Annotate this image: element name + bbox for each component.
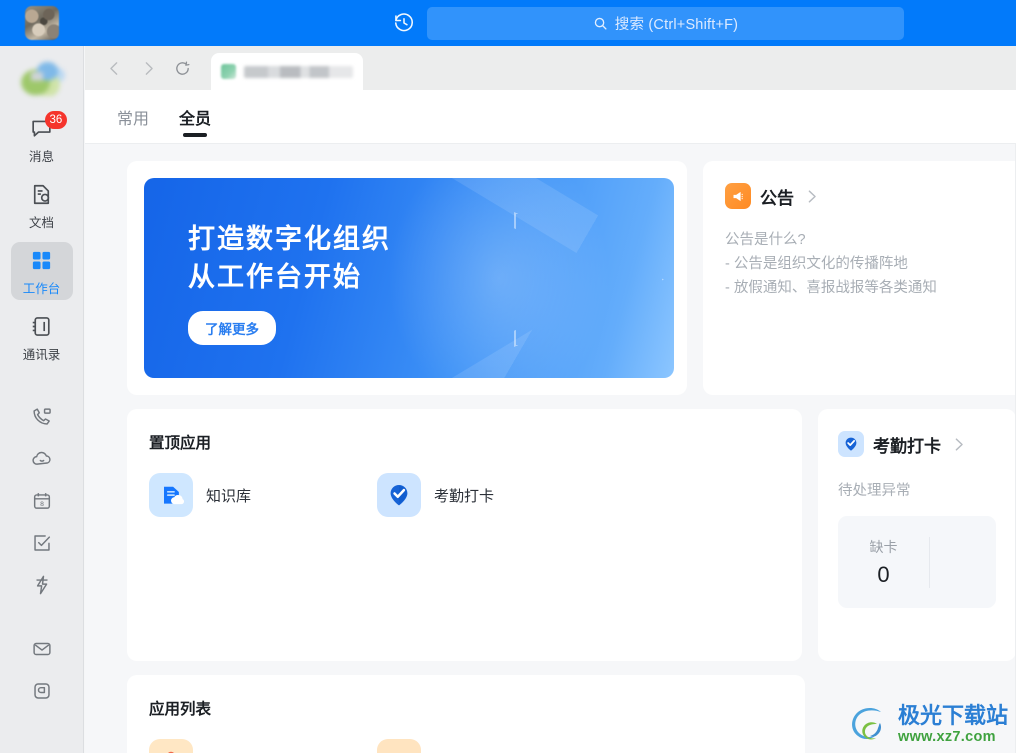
refresh-icon[interactable] [167,53,197,83]
sidebar-item-label-documents: 文档 [28,216,54,230]
announcement-card: 公告 公告是什么? - 公告是组织文化的传播阵地 - 放假通知、喜报战报等各类通… [703,161,1016,395]
sidebar-item-label-workbench: 工作台 [22,282,61,296]
tab-favicon [221,64,236,79]
messages-badge: 36 [44,111,68,129]
stat-missing-punch[interactable]: 缺卡 0 [838,536,930,588]
app-window: 搜索 (Ctrl+Shift+F) 36 消息 文档 工作台 通讯录 8 常用 … [0,0,1016,753]
svg-text:8: 8 [39,500,43,508]
app-list-card: 应用列表 OA审批 [127,675,805,753]
sidebar-item-label-contacts: 通讯录 [22,348,61,362]
promo-banner[interactable]: 打造数字化组织 从工作台开始 了解更多 [144,178,674,378]
sidebar: 36 消息 文档 工作台 通讯录 8 [0,46,84,753]
top-bar: 搜索 (Ctrl+Shift+F) [0,0,1016,46]
video-call-icon[interactable] [11,396,73,438]
pinned-apps-card: 置顶应用 知识库 考勤打卡 [127,409,802,661]
app-oa-approval[interactable]: OA审批 [149,739,377,753]
banner-line-2: 从工作台开始 [188,262,362,293]
sidebar-item-workbench[interactable]: 工作台 [10,242,73,300]
knowledge-base-icon [149,473,193,517]
tab-all-staff[interactable]: 全员 [179,90,211,144]
attendance-header[interactable]: 考勤打卡 [838,431,996,457]
sidebar-item-contacts[interactable]: 通讯录 [11,308,73,366]
chevron-right-icon[interactable] [803,188,820,205]
banner-card: 打造数字化组织 从工作台开始 了解更多 [127,161,687,395]
attendance-stats: 缺卡 0 [838,516,996,608]
page-container: 常用 全员 打造数字化组织 从工作台开始 了解更多 公告 公告是什么? - 公告… [85,90,1016,753]
app-smart-hr[interactable]: 智能人事 [377,739,605,753]
announcement-line-3: - 放假通知、喜报战报等各类通知 [725,279,937,296]
pinned-apps-title: 置顶应用 [149,435,212,452]
mail-icon[interactable] [11,628,73,670]
attendance-subtitle: 待处理异常 [838,483,911,499]
document-icon [29,179,54,209]
history-icon[interactable] [385,4,423,42]
app-knowledge-base[interactable]: 知识库 [149,473,377,517]
banner-line-1: 打造数字化组织 [188,224,391,254]
row-pinned-attendance: 置顶应用 知识库 考勤打卡 考勤打卡 待处理异常 缺卡 0 [85,395,1016,661]
announcement-body: 公告是什么? - 公告是组织文化的传播阵地 - 放假通知、喜报战报等各类通知 [725,229,1013,301]
sidebar-item-documents[interactable]: 文档 [11,176,73,234]
cloud-drive-icon[interactable] [11,438,73,480]
user-avatar[interactable] [25,6,59,40]
attendance-card: 考勤打卡 待处理异常 缺卡 0 [818,409,1016,661]
stat-value: 0 [877,561,890,587]
banner-text: 打造数字化组织 从工作台开始 了解更多 [188,220,391,345]
hr-icon [377,739,421,753]
search-input[interactable]: 搜索 (Ctrl+Shift+F) [427,6,904,40]
stat-label: 缺卡 [869,538,898,555]
announcement-line-2: - 公告是组织文化的传播阵地 [725,255,908,272]
forward-arrow-icon[interactable] [133,53,163,83]
app-list-grid: OA审批 智能人事 [149,739,779,753]
apps-more-icon[interactable] [11,670,73,712]
todo-check-icon[interactable] [11,522,73,564]
announcement-line-1: 公告是什么? [725,232,806,248]
browser-chrome [85,46,1016,90]
search-placeholder: 搜索 (Ctrl+Shift+F) [614,16,739,33]
workbench-content: 打造数字化组织 从工作台开始 了解更多 公告 公告是什么? - 公告是组织文化的… [85,144,1016,753]
announcement-title: 公告 [760,188,794,208]
megaphone-icon [725,183,751,209]
attendance-title: 考勤打卡 [873,436,941,456]
lightning-icon[interactable] [11,564,73,606]
nav-buttons [85,46,201,90]
row-banner-notice: 打造数字化组织 从工作台开始 了解更多 公告 公告是什么? - 公告是组织文化的… [85,144,1016,395]
contacts-book-icon [29,311,54,341]
learn-more-button[interactable]: 了解更多 [188,310,276,345]
attendance-check-icon [377,473,421,517]
sub-tabs: 常用 全员 [85,90,1016,144]
sidebar-item-label-messages: 消息 [28,150,54,164]
chevron-right-icon[interactable] [950,436,967,453]
search-icon [593,16,608,31]
tab-title [244,65,353,78]
back-arrow-icon[interactable] [99,53,129,83]
app-attendance[interactable]: 考勤打卡 [377,473,605,517]
app-label: 考勤打卡 [434,487,495,505]
attendance-check-icon [838,431,864,457]
announcement-header[interactable]: 公告 [725,183,1013,209]
browser-tab[interactable] [211,53,363,90]
sidebar-item-messages[interactable]: 36 消息 [11,110,73,168]
org-logo [18,56,65,96]
avatar-slot [0,6,84,40]
calendar-icon[interactable]: 8 [11,480,73,522]
app-label: 知识库 [206,487,252,505]
grid-apps-icon [30,245,53,275]
pinned-apps-grid: 知识库 考勤打卡 [149,473,776,543]
app-list-title: 应用列表 [149,701,212,718]
stamp-icon [149,739,193,753]
tab-common[interactable]: 常用 [117,90,149,144]
